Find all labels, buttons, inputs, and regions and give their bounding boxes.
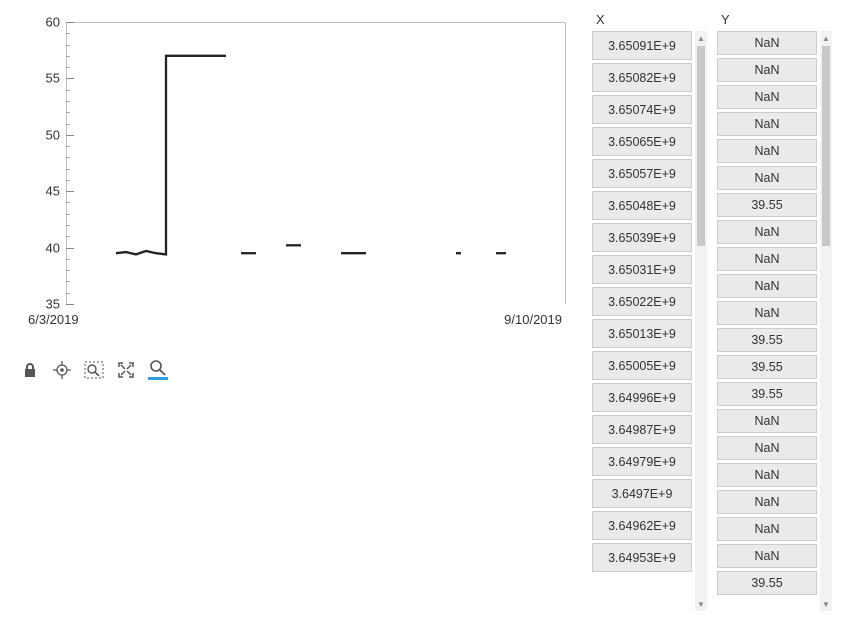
data-cell[interactable]: NaN bbox=[717, 58, 817, 82]
plot-line bbox=[116, 56, 226, 255]
data-cell[interactable]: 3.65057E+9 bbox=[592, 159, 692, 188]
data-cell[interactable]: NaN bbox=[717, 301, 817, 325]
data-cell[interactable]: NaN bbox=[717, 247, 817, 271]
data-cell[interactable]: 3.64962E+9 bbox=[592, 511, 692, 540]
data-cell[interactable]: 39.55 bbox=[717, 382, 817, 406]
y-column-list: NaN NaN NaN NaN NaN NaN 39.55 NaN NaN NaN NaN 39.55… bbox=[717, 31, 817, 611]
data-cell[interactable]: 39.55 bbox=[717, 328, 817, 352]
data-cell[interactable]: NaN bbox=[717, 409, 817, 433]
chart-pane: 35 40 45 50 55 60 6/3/2019 9/10/2019 bbox=[12, 12, 582, 611]
data-cell[interactable]: NaN bbox=[717, 112, 817, 136]
data-cell[interactable]: 3.65005E+9 bbox=[592, 351, 692, 380]
data-cell[interactable]: 3.65031E+9 bbox=[592, 255, 692, 284]
plot-canvas bbox=[66, 22, 566, 304]
data-cell[interactable]: 3.65013E+9 bbox=[592, 319, 692, 348]
data-cell[interactable]: NaN bbox=[717, 274, 817, 298]
data-cell[interactable]: NaN bbox=[717, 85, 817, 109]
data-cell[interactable]: 3.65048E+9 bbox=[592, 191, 692, 220]
scroll-down-icon[interactable]: ▼ bbox=[695, 597, 707, 611]
x-axis-label-start: 6/3/2019 bbox=[28, 312, 79, 327]
zoom-icon[interactable] bbox=[148, 360, 168, 380]
y-tick-label: 35 bbox=[30, 297, 60, 312]
y-scroll-thumb[interactable] bbox=[822, 46, 830, 246]
data-cell[interactable]: 39.55 bbox=[717, 571, 817, 595]
data-cell[interactable]: NaN bbox=[717, 220, 817, 244]
data-cell[interactable]: NaN bbox=[717, 463, 817, 487]
data-cell[interactable]: NaN bbox=[717, 436, 817, 460]
data-cell[interactable]: NaN bbox=[717, 166, 817, 190]
x-scroll-thumb[interactable] bbox=[697, 46, 705, 246]
chart-area: 35 40 45 50 55 60 6/3/2019 9/10/2019 bbox=[12, 12, 582, 352]
target-icon[interactable] bbox=[52, 360, 72, 380]
x-column-header: X bbox=[592, 12, 707, 31]
x-column: X 3.65091E+9 3.65082E+9 3.65074E+9 3.65065E… bbox=[592, 12, 707, 611]
data-cell[interactable]: 3.65022E+9 bbox=[592, 287, 692, 316]
data-cell[interactable]: NaN bbox=[717, 31, 817, 55]
data-cell[interactable]: 3.65074E+9 bbox=[592, 95, 692, 124]
data-cell[interactable]: 3.65082E+9 bbox=[592, 63, 692, 92]
x-scrollbar[interactable]: ▲ ▼ bbox=[695, 31, 707, 611]
data-cell[interactable]: 39.55 bbox=[717, 193, 817, 217]
zoom-select-icon[interactable] bbox=[84, 360, 104, 380]
scroll-up-icon[interactable]: ▲ bbox=[695, 31, 707, 45]
data-cell[interactable]: 3.65039E+9 bbox=[592, 223, 692, 252]
x-column-list: 3.65091E+9 3.65082E+9 3.65074E+9 3.65065E+9… bbox=[592, 31, 692, 611]
lock-icon[interactable] bbox=[20, 360, 40, 380]
y-scrollbar[interactable]: ▲ ▼ bbox=[820, 31, 832, 611]
y-tick bbox=[66, 304, 74, 305]
data-cell[interactable]: NaN bbox=[717, 544, 817, 568]
data-cell[interactable]: 3.65091E+9 bbox=[592, 31, 692, 60]
data-cell[interactable]: 3.6497E+9 bbox=[592, 479, 692, 508]
chart-toolbar bbox=[12, 352, 582, 380]
fit-icon[interactable] bbox=[116, 360, 136, 380]
data-cell[interactable]: 39.55 bbox=[717, 355, 817, 379]
y-tick-label: 45 bbox=[30, 184, 60, 199]
y-column-header: Y bbox=[717, 12, 832, 31]
scroll-up-icon[interactable]: ▲ bbox=[820, 31, 832, 45]
data-cell[interactable]: 3.65065E+9 bbox=[592, 127, 692, 156]
y-tick-label: 40 bbox=[30, 240, 60, 255]
data-cell[interactable]: NaN bbox=[717, 490, 817, 514]
x-axis-label-end: 9/10/2019 bbox=[504, 312, 562, 327]
y-column: Y NaN NaN NaN NaN NaN NaN 39.55 NaN NaN NaN NaN 39.… bbox=[717, 12, 832, 611]
y-tick-label: 60 bbox=[30, 15, 60, 30]
data-cell[interactable]: 3.64987E+9 bbox=[592, 415, 692, 444]
data-cell[interactable]: 3.64953E+9 bbox=[592, 543, 692, 572]
data-cell[interactable]: NaN bbox=[717, 517, 817, 541]
scroll-down-icon[interactable]: ▼ bbox=[820, 597, 832, 611]
data-cell[interactable]: 3.64979E+9 bbox=[592, 447, 692, 476]
y-tick-label: 50 bbox=[30, 127, 60, 142]
data-cell[interactable]: 3.64996E+9 bbox=[592, 383, 692, 412]
y-tick-label: 55 bbox=[30, 71, 60, 86]
data-cell[interactable]: NaN bbox=[717, 139, 817, 163]
